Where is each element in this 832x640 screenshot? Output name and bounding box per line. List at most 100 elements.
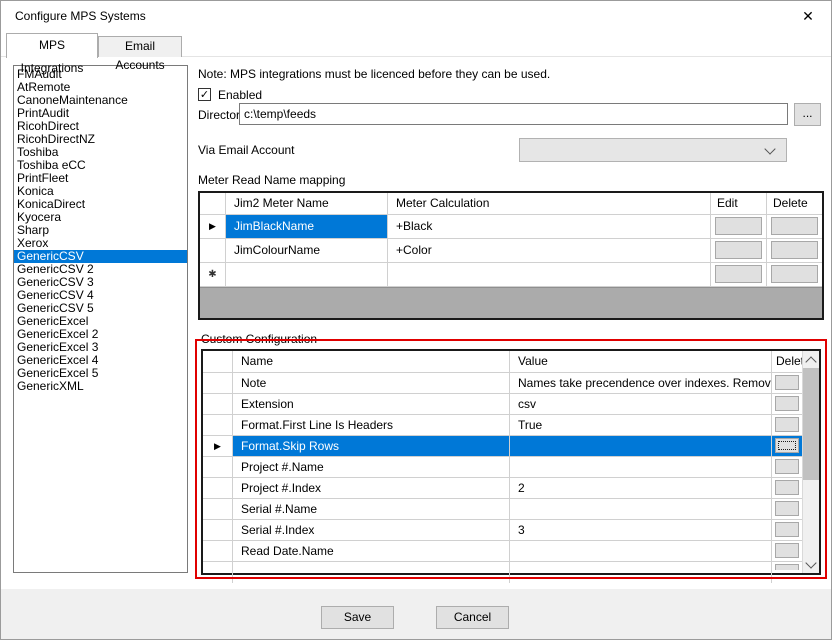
header-jim2-meter-name: Jim2 Meter Name (226, 193, 388, 215)
delete-button[interactable] (775, 375, 799, 390)
delete-button[interactable] (775, 417, 799, 432)
header-name: Name (233, 351, 510, 373)
delete-button[interactable] (771, 217, 818, 235)
integration-item[interactable]: Kyocera (14, 211, 187, 224)
integration-item[interactable]: Toshiba eCC (14, 159, 187, 172)
meter-name-cell[interactable] (226, 263, 388, 287)
configure-mps-dialog: Configure MPS Systems ✕ MPS Integrations… (0, 0, 832, 640)
table-new-row: ✱ (200, 263, 822, 287)
enabled-label: Enabled (218, 88, 262, 102)
via-email-label: Via Email Account (198, 143, 295, 157)
meter-calc-cell[interactable]: +Color (388, 239, 711, 263)
table-row: Project #.Name (203, 457, 802, 478)
config-name-cell[interactable]: Format.Skip Rows (233, 436, 510, 457)
integration-item[interactable]: GenericCSV 2 (14, 263, 187, 276)
integrations-listbox[interactable]: FMAudit AtRemote CanoneMaintenance Print… (13, 65, 188, 573)
config-name-cell[interactable]: Read Date.Name (233, 541, 510, 562)
integration-item[interactable]: GenericCSV 3 (14, 276, 187, 289)
header-delete: Delete (772, 351, 802, 373)
partial-row (203, 562, 802, 583)
scroll-down-icon (805, 557, 816, 568)
chevron-down-icon (764, 143, 775, 154)
integration-item-selected[interactable]: GenericCSV (14, 250, 187, 263)
integration-item[interactable]: GenericExcel (14, 315, 187, 328)
scroll-up-button[interactable] (803, 351, 819, 368)
table-row-selected: ▶ Format.Skip Rows (203, 436, 802, 457)
config-name-cell[interactable]: Serial #.Index (233, 520, 510, 541)
new-row-star-icon: ✱ (208, 264, 216, 286)
config-name-cell[interactable]: Format.First Line Is Headers (233, 415, 510, 436)
integration-item[interactable]: GenericExcel 4 (14, 354, 187, 367)
delete-button-focused[interactable] (775, 438, 799, 453)
edit-button[interactable] (715, 265, 762, 283)
close-icon[interactable]: ✕ (797, 1, 819, 31)
config-name-cell[interactable]: Note (233, 373, 510, 394)
scrollbar-thumb[interactable] (803, 368, 819, 480)
integration-item[interactable]: RicohDirectNZ (14, 133, 187, 146)
integration-item[interactable]: AtRemote (14, 81, 187, 94)
integration-item[interactable]: KonicaDirect (14, 198, 187, 211)
delete-button[interactable] (775, 396, 799, 411)
delete-button (775, 564, 799, 570)
delete-button[interactable] (775, 480, 799, 495)
cancel-button[interactable]: Cancel (436, 606, 509, 629)
config-name-cell[interactable]: Project #.Index (233, 478, 510, 499)
integration-item[interactable]: GenericExcel 5 (14, 367, 187, 380)
delete-button[interactable] (775, 522, 799, 537)
delete-button[interactable] (775, 501, 799, 516)
save-button[interactable]: Save (321, 606, 394, 629)
integration-item[interactable]: GenericCSV 4 (14, 289, 187, 302)
email-account-dropdown[interactable] (519, 138, 787, 162)
meter-calc-cell[interactable]: +Black (388, 215, 711, 239)
meter-name-cell[interactable]: JimBlackName (226, 215, 388, 239)
integration-item[interactable]: GenericExcel 3 (14, 341, 187, 354)
config-value-cell[interactable]: csv (510, 394, 772, 415)
config-name-cell[interactable]: Extension (233, 394, 510, 415)
config-name-cell[interactable]: Project #.Name (233, 457, 510, 478)
table-row: JimColourName +Color (200, 239, 822, 263)
integration-item[interactable]: RicohDirect (14, 120, 187, 133)
licence-note: Note: MPS integrations must be licenced … (198, 67, 550, 81)
integration-item[interactable]: Toshiba (14, 146, 187, 159)
check-icon: ✓ (200, 89, 209, 101)
config-value-cell[interactable] (510, 541, 772, 562)
config-value-cell[interactable]: 3 (510, 520, 772, 541)
meter-name-cell[interactable]: JimColourName (226, 239, 388, 263)
tab-email-accounts[interactable]: Email Accounts (98, 36, 182, 57)
delete-button[interactable] (771, 265, 818, 283)
meter-mapping-table: Jim2 Meter Name Meter Calculation Edit D… (198, 191, 824, 320)
header-row-selector (200, 193, 226, 215)
integration-item[interactable]: GenericXML (14, 380, 187, 393)
scroll-down-button[interactable] (803, 556, 819, 573)
config-value-cell[interactable]: Names take precendence over indexes. Rem… (510, 373, 772, 394)
edit-button[interactable] (715, 217, 762, 235)
tab-mps-integrations[interactable]: MPS Integrations (6, 33, 98, 58)
config-value-cell[interactable]: True (510, 415, 772, 436)
meter-table-header: Jim2 Meter Name Meter Calculation Edit D… (200, 193, 822, 215)
integration-item[interactable]: Sharp (14, 224, 187, 237)
config-value-cell[interactable] (510, 457, 772, 478)
integration-item[interactable]: PrintAudit (14, 107, 187, 120)
selected-row-arrow-icon: ▶ (209, 222, 216, 231)
integration-item[interactable]: Xerox (14, 237, 187, 250)
enabled-checkbox[interactable]: ✓ (198, 88, 211, 101)
config-value-cell[interactable] (510, 436, 772, 457)
header-row-selector (203, 351, 233, 373)
integration-item[interactable]: CanoneMaintenance (14, 94, 187, 107)
directory-input[interactable] (239, 103, 788, 125)
config-value-cell[interactable] (510, 499, 772, 520)
vertical-scrollbar[interactable] (802, 351, 819, 573)
integration-item[interactable]: PrintFleet (14, 172, 187, 185)
integration-item[interactable]: GenericCSV 5 (14, 302, 187, 315)
delete-button[interactable] (775, 459, 799, 474)
integration-item[interactable]: GenericExcel 2 (14, 328, 187, 341)
meter-calc-cell[interactable] (388, 263, 711, 287)
custom-table-header: Name Value Delete (203, 351, 802, 373)
browse-button[interactable]: ... (794, 103, 821, 126)
config-value-cell[interactable]: 2 (510, 478, 772, 499)
delete-button[interactable] (771, 241, 818, 259)
edit-button[interactable] (715, 241, 762, 259)
integration-item[interactable]: Konica (14, 185, 187, 198)
delete-button[interactable] (775, 543, 799, 558)
config-name-cell[interactable]: Serial #.Name (233, 499, 510, 520)
